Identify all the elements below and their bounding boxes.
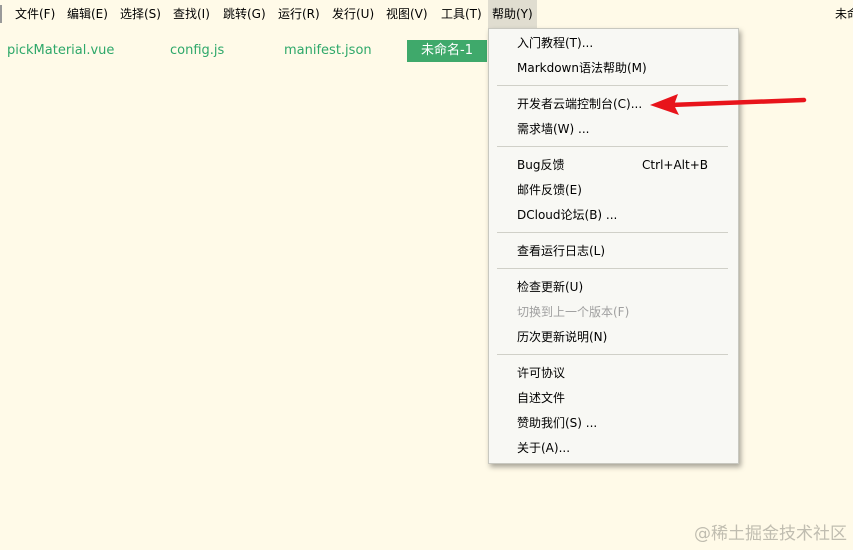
menu-goto[interactable]: 跳转(G) — [219, 0, 270, 28]
menu-item-sponsor[interactable]: 赞助我们(S) ... — [517, 412, 718, 434]
menu-tools[interactable]: 工具(T) — [437, 0, 486, 28]
menu-item-license[interactable]: 许可协议 — [517, 362, 718, 384]
menu-help[interactable]: 帮助(Y) — [488, 0, 537, 28]
menu-run[interactable]: 运行(R) — [274, 0, 324, 28]
menu-view[interactable]: 视图(V) — [382, 0, 432, 28]
tab-untitled[interactable]: 未命名-1 — [407, 40, 487, 62]
shortcut-label: Ctrl+Alt+B — [642, 158, 708, 172]
menu-item-about[interactable]: 关于(A)... — [517, 437, 718, 459]
red-arrow-annotation — [650, 94, 807, 115]
title-fragment: 未命 — [834, 7, 853, 21]
menu-item-readme[interactable]: 自述文件 — [517, 387, 718, 409]
window-edge — [0, 5, 2, 23]
menu-bar: 文件(F) 编辑(E) 选择(S) 查找(I) 跳转(G) 运行(R) 发行(U… — [0, 0, 853, 28]
menu-item-dcloud-forum[interactable]: DCloud论坛(B) ... — [517, 204, 718, 226]
menu-item-check-update[interactable]: 检查更新(U) — [517, 276, 718, 298]
menu-find[interactable]: 查找(I) — [169, 0, 214, 28]
menu-item-email-feedback[interactable]: 邮件反馈(E) — [517, 179, 718, 201]
menu-separator — [497, 85, 728, 86]
watermark: @稀土掘金技术社区 — [694, 524, 847, 544]
menu-separator — [497, 146, 728, 147]
menu-item-release-notes[interactable]: 历次更新说明(N) — [517, 326, 718, 348]
menu-item-bug-report[interactable]: Bug反馈 Ctrl+Alt+B — [517, 154, 718, 176]
tab-manifest[interactable]: manifest.json — [284, 40, 372, 62]
menu-select[interactable]: 选择(S) — [116, 0, 165, 28]
menu-separator — [497, 354, 728, 355]
tab-config[interactable]: config.js — [170, 40, 224, 62]
menu-edit[interactable]: 编辑(E) — [63, 0, 112, 28]
menu-item-previous-version: 切换到上一个版本(F) — [517, 305, 630, 319]
menu-item-run-log[interactable]: 查看运行日志(L) — [517, 240, 718, 262]
menu-separator — [497, 268, 728, 269]
menu-item-label: Bug反馈 — [517, 158, 565, 172]
menu-item-getting-started[interactable]: 入门教程(T)... — [517, 32, 718, 54]
tab-pickmaterial[interactable]: pickMaterial.vue — [7, 40, 114, 62]
menu-publish[interactable]: 发行(U) — [328, 0, 378, 28]
menu-separator — [497, 232, 728, 233]
menu-item-markdown-help[interactable]: Markdown语法帮助(M) — [517, 57, 718, 79]
menu-file[interactable]: 文件(F) — [11, 0, 59, 28]
menu-item-feature-wall[interactable]: 需求墙(W) ... — [517, 118, 718, 140]
